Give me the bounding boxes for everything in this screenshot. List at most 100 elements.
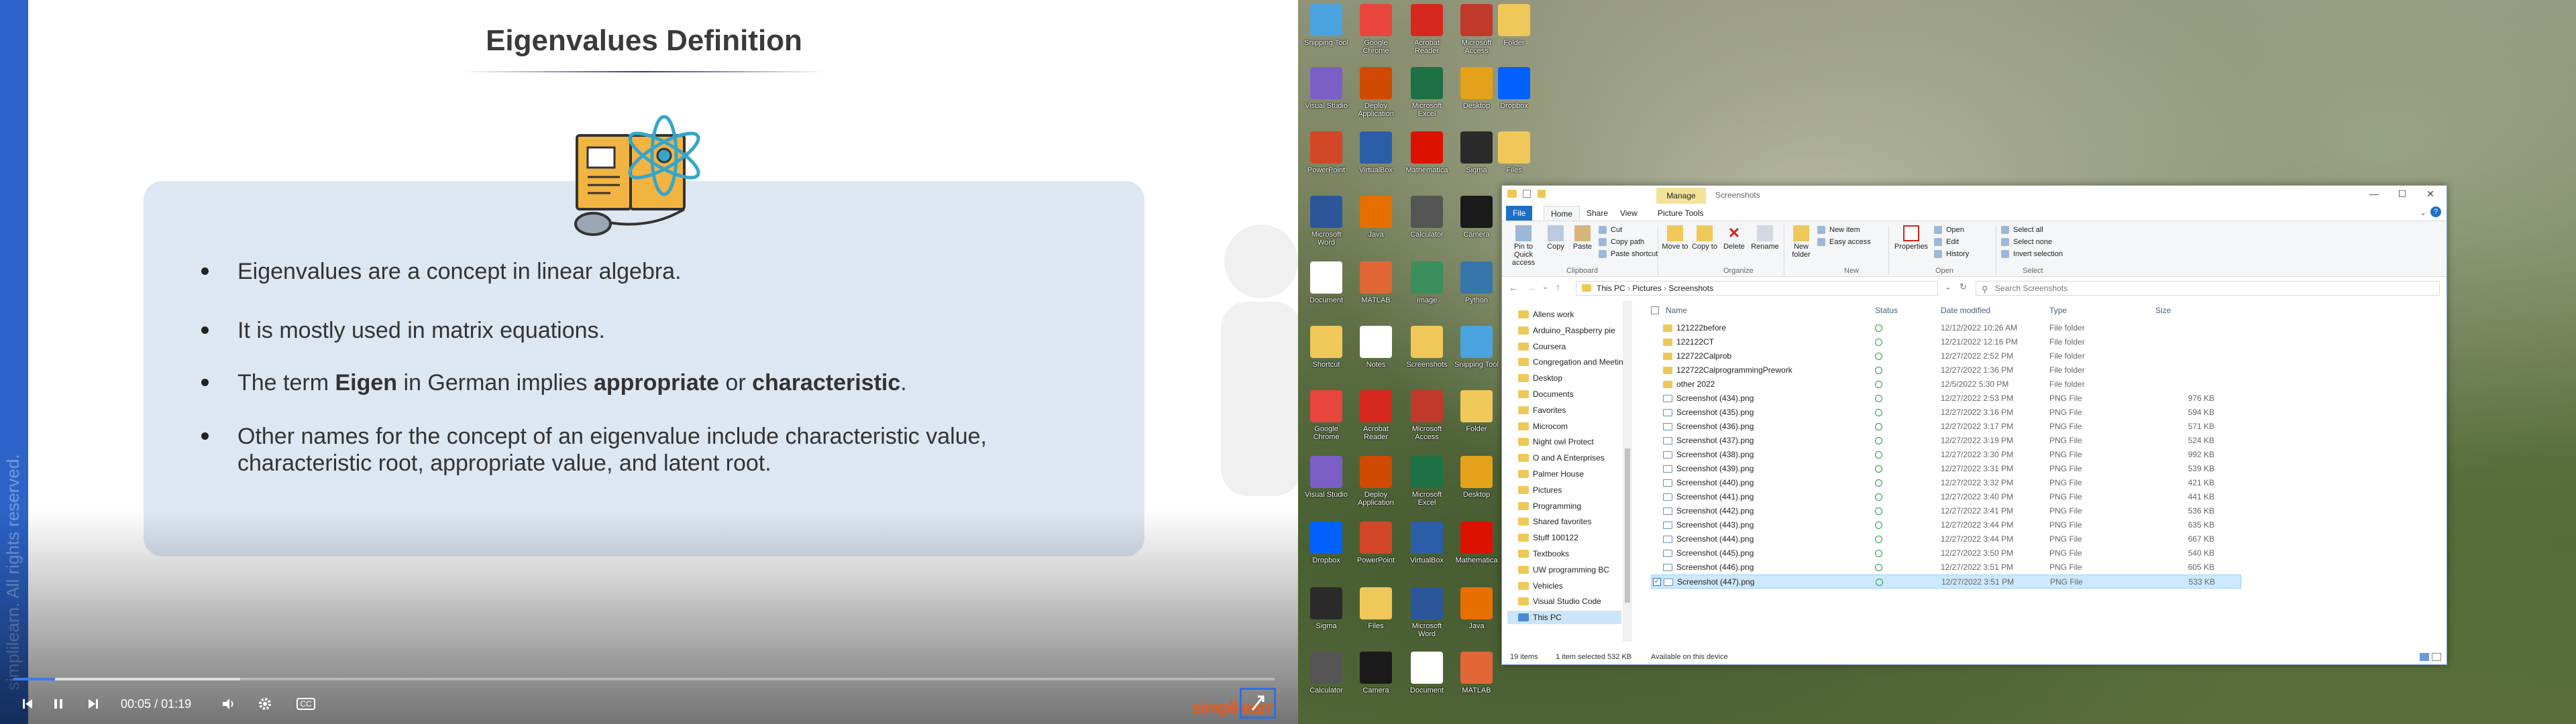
desktop-icon[interactable]: Document [1403,652,1450,715]
nav-item[interactable]: Allens work [1518,308,1574,321]
file-row[interactable]: Screenshot (444).png 12/27/2022 3:44 PM PN… [1651,532,2241,546]
breadcrumb-pictures[interactable]: Pictures [1632,284,1661,293]
move-to-button[interactable]: Move to [1662,225,1688,251]
file-row[interactable]: Screenshot (436).png 12/27/2022 3:17 PM PN… [1651,420,2241,434]
copy-button[interactable]: Copy [1544,225,1568,251]
address-dropdown-icon[interactable]: ⌄ [1945,282,1951,292]
desktop-icon[interactable]: Desktop [1453,456,1500,520]
desktop-icon[interactable]: Document [1303,261,1350,325]
column-date-modified[interactable]: Date modified [1941,302,1990,318]
nav-item[interactable]: Coursera [1518,340,1566,353]
nav-item[interactable]: Favorites [1518,404,1566,417]
desktop-icon[interactable]: Acrobat Reader [1403,4,1450,68]
desktop-icon[interactable]: Folder [1453,390,1500,454]
nav-item[interactable]: Microcom [1518,420,1568,433]
nav-item[interactable]: This PC [1507,611,1621,625]
desktop-icon[interactable]: Deploy Application [1352,67,1399,131]
desktop-icon[interactable]: Mathematica [1453,522,1500,585]
tab-picture-tools[interactable]: Picture Tools [1651,206,1710,221]
desktop-icon[interactable]: Snipping Tool [1303,4,1350,68]
desktop-icon[interactable]: VirtualBox [1403,522,1450,585]
desktop-icon[interactable]: Mathematica [1403,131,1450,195]
captions-button[interactable]: CC [294,690,318,717]
seek-bar[interactable] [13,678,1275,680]
desktop-icon[interactable]: Dropbox [1491,67,1538,131]
desktop-icon[interactable]: Dropbox [1303,522,1350,585]
file-row[interactable]: 122722Calprob 12/27/2022 2:52 PM File fold… [1651,349,2241,363]
desktop-icon[interactable]: Microsoft Excel [1403,456,1450,520]
refresh-icon[interactable]: ↻ [1960,282,1967,292]
desktop-icon[interactable]: Deploy Application [1352,456,1399,520]
desktop-icon[interactable]: Snipping Tool [1453,326,1500,389]
tab-home[interactable]: Home [1544,206,1580,221]
scrollbar-thumb[interactable] [1625,448,1630,603]
desktop-icon[interactable]: MATLAB [1453,652,1500,715]
desktop-icon[interactable]: MATLAB [1352,261,1399,325]
copy-path-button[interactable]: Copy path [1599,236,1644,248]
large-icons-view-icon[interactable] [2432,653,2441,661]
file-row[interactable]: Screenshot (440).png 12/27/2022 3:32 PM PN… [1651,476,2241,490]
file-row[interactable]: Screenshot (446).png 12/27/2022 3:51 PM PN… [1651,560,2241,575]
desktop-icon[interactable]: Sigma [1303,587,1350,651]
help-icon[interactable]: ? [2430,206,2441,217]
file-row[interactable]: Screenshot (434).png 12/27/2022 2:53 PM PN… [1651,391,2241,406]
desktop-icon[interactable]: PowerPoint [1352,522,1399,585]
nav-item[interactable]: Pictures [1518,483,1562,497]
properties-button[interactable]: Properties [1892,225,1930,251]
desktop-icon[interactable]: Visual Studio [1303,67,1350,131]
column-name[interactable]: Name [1666,302,1687,318]
desktop-icon[interactable]: Google Chrome [1352,4,1399,68]
desktop-icon[interactable]: Camera [1453,196,1500,259]
file-row[interactable]: Screenshot (437).png 12/27/2022 3:19 PM PN… [1651,434,2241,448]
column-size[interactable]: Size [2155,302,2171,318]
desktop-icon[interactable]: Microsoft Word [1403,587,1450,651]
nav-item[interactable]: Congregation and Meetin [1518,355,1623,369]
file-row[interactable]: other 2022 12/5/2022 5:30 PM File folder [1651,377,2241,391]
desktop-icon[interactable]: Python [1453,261,1500,325]
quick-access-toolbar[interactable] [1507,190,1548,200]
delete-button[interactable]: ✕ Delete [1721,225,1748,251]
maximize-icon[interactable]: ☐ [2389,188,2416,202]
new-folder-icon[interactable] [1537,190,1546,198]
nav-item[interactable]: Stuff 100122 [1518,531,1578,544]
file-row[interactable]: Screenshot (443).png 12/27/2022 3:44 PM PN… [1651,518,2241,532]
details-view-icon[interactable] [2420,653,2429,661]
title-bar[interactable]: Manage Screenshots — ☐ ✕ [1502,186,2447,204]
nav-item[interactable]: UW programming BC [1518,563,1609,577]
search-input[interactable]: ⚲ Search Screenshots [1976,281,2440,296]
desktop-icon[interactable]: Visual Studio [1303,456,1350,520]
back-arrow-icon[interactable]: ← [1509,282,1518,293]
desktop-icon[interactable]: Acrobat Reader [1352,390,1399,454]
select-all-button[interactable]: Select all [2001,224,2043,236]
file-row[interactable]: Screenshot (439).png 12/27/2022 3:31 PM PN… [1651,462,2241,476]
row-checkbox[interactable]: ✓ [1653,578,1661,586]
desktop-icon[interactable]: Notes [1352,326,1399,389]
skip-back-icon[interactable] [17,690,38,717]
paste-shortcut-button[interactable]: Paste shortcut [1599,248,1658,260]
cut-button[interactable]: Cut [1599,224,1622,236]
invert-selection-button[interactable]: Invert selection [2001,248,2063,260]
desktop-icon[interactable]: Calculator [1403,196,1450,259]
file-row[interactable]: Screenshot (435).png 12/27/2022 3:16 PM PN… [1651,406,2241,420]
nav-item[interactable]: Desktop [1518,371,1562,385]
desktop-icon[interactable]: Java [1352,196,1399,259]
tab-share[interactable]: Share [1580,206,1615,221]
tab-view[interactable]: View [1613,206,1644,221]
nav-item[interactable]: Documents [1518,387,1574,401]
column-status[interactable]: Status [1875,302,1898,318]
nav-item[interactable]: Programming [1518,499,1581,513]
fullscreen-button[interactable] [1240,688,1276,719]
nav-item[interactable]: Night owl Protect [1518,435,1594,448]
nav-item[interactable]: Visual Studio Code [1518,595,1601,608]
nav-item[interactable]: Palmer House [1518,467,1584,481]
forward-arrow-icon[interactable]: → [1526,282,1536,293]
rename-button[interactable]: Rename [1750,225,1780,251]
breadcrumb-screenshots[interactable]: Screenshots [1668,284,1713,293]
copy-to-button[interactable]: Copy to [1691,225,1718,251]
file-row[interactable]: Screenshot (445).png 12/27/2022 3:50 PM PN… [1651,546,2241,560]
close-icon[interactable]: ✕ [2417,188,2444,202]
history-button[interactable]: History [1934,248,1969,260]
chevron-down-icon[interactable]: ⌄ [2420,208,2426,217]
volume-icon[interactable] [219,690,239,717]
file-row[interactable]: 122122CT 12/21/2022 12:16 PM File folder [1651,335,2241,349]
